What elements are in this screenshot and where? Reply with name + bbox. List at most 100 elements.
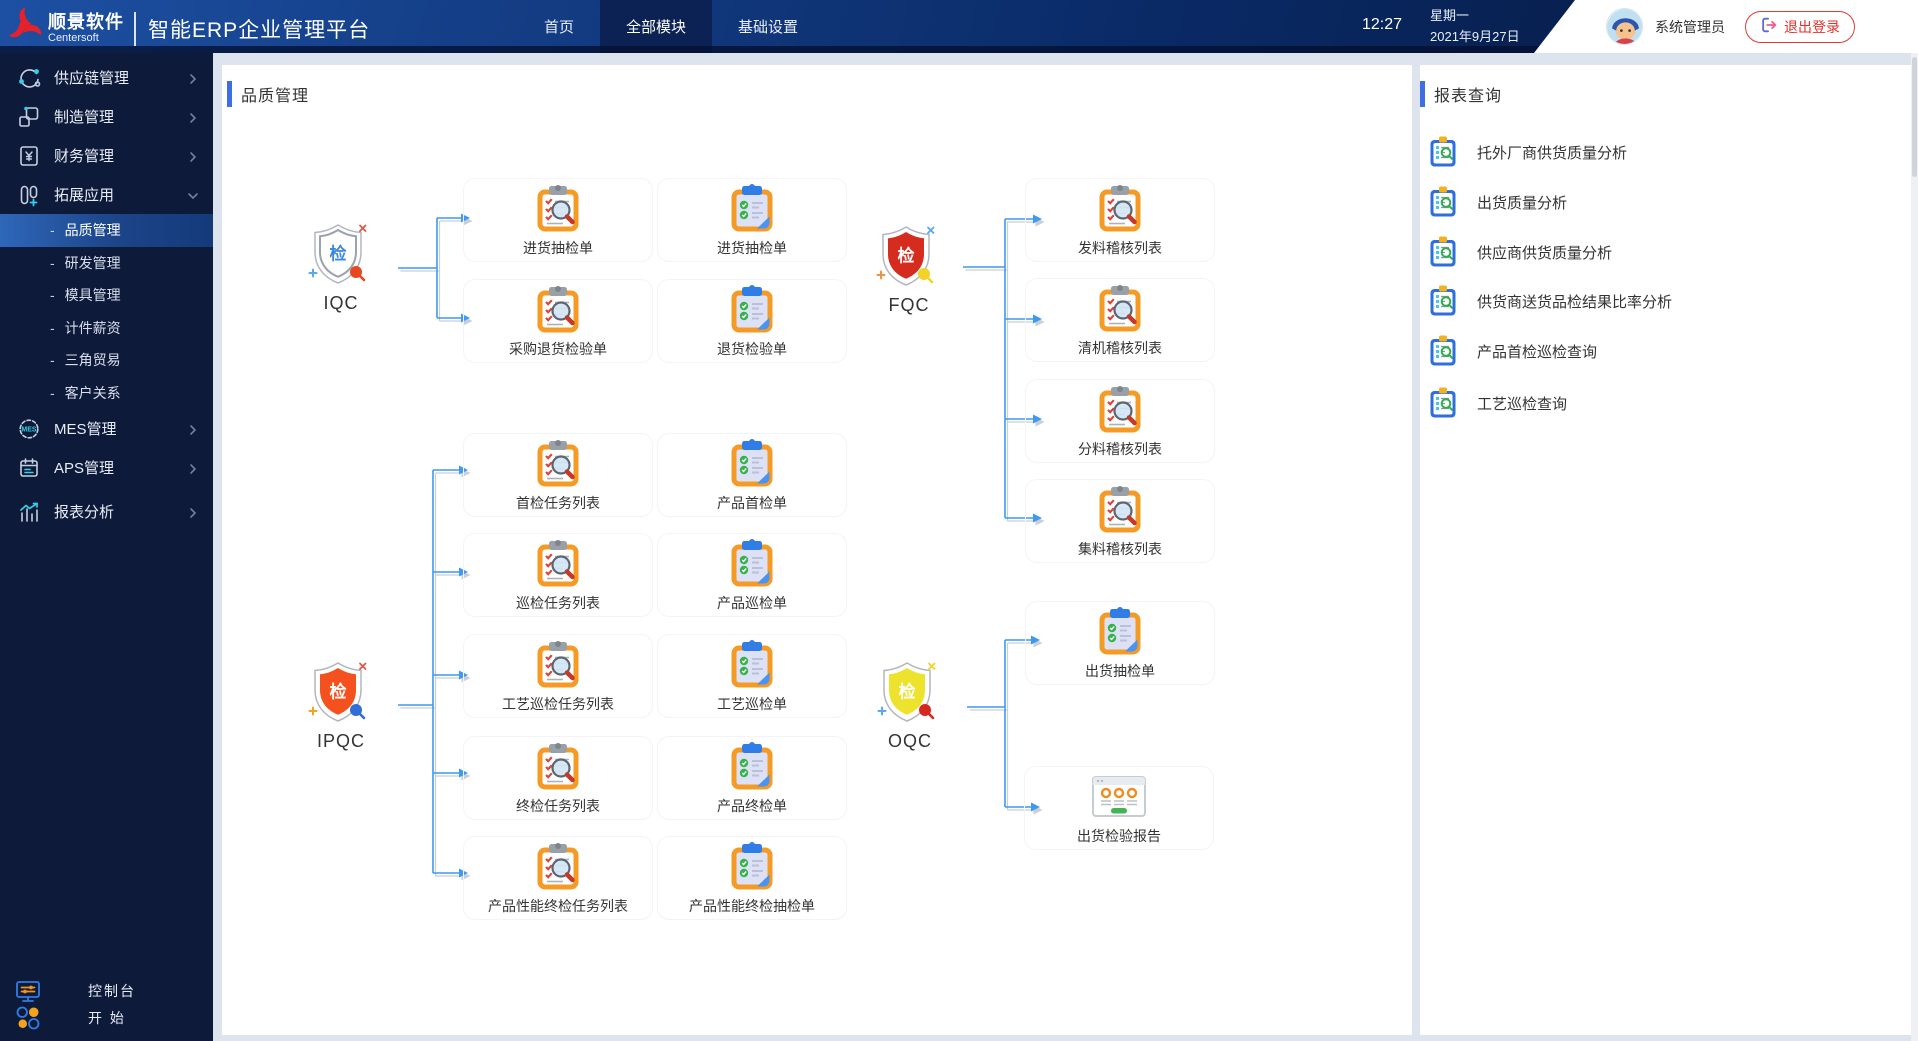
report-query-item[interactable]: 供应商供货质量分析 [1428,227,1898,277]
inspect-list-icon [533,841,583,891]
report-query-label: 产品首检巡检查询 [1477,343,1598,361]
flow-node[interactable]: 进货抽检单 [657,178,847,262]
start-button[interactable]: 开 始 [0,1004,213,1031]
inspect-list-icon [533,741,583,791]
report-panel-title: 报表查询 [1434,88,1503,105]
brand-name: 顺景软件 [48,12,124,32]
flow-node[interactable]: 产品巡检单 [657,533,847,617]
page-title-block: 品质管理 [227,81,309,107]
nav-tab-basic-settings[interactable]: 基础设置 [712,0,824,53]
inspect-list-icon [533,639,583,689]
flow-node-label: 巡检任务列表 [516,595,600,611]
flow-node[interactable]: 产品性能终检抽检单 [657,836,847,920]
sidebar-subitem-9[interactable]: - 客户关系 [0,377,213,410]
flow-node[interactable]: 工艺巡检任务列表 [463,634,653,718]
sidebar: 供应链管理 制造管理 财务管理 拓展应用 - 品质管理 - 研发管理 - 模具管理 -… [0,53,213,1041]
flow-node[interactable]: 巡检任务列表 [463,533,653,617]
inspect-list-icon [1095,283,1145,333]
shield-orange-icon: 检 [308,660,374,729]
report-query-item[interactable]: 供货商送货品检结果比率分析 [1428,276,1898,326]
report-query-item[interactable]: 工艺巡检查询 [1428,378,1898,428]
chevron-right-icon [187,111,199,123]
flow-node[interactable]: 产品性能终检任务列表 [463,836,653,920]
chevron-right-icon [187,506,199,518]
nav-tab-home[interactable]: 首页 [518,0,600,53]
flow-node[interactable]: 发料稽核列表 [1025,178,1215,262]
erp-application-window: 顺景软件 Centersoft 智能ERP企业管理平台 首页 全部模块 基础设置… [0,0,1918,1041]
footer-label: 控制台 [88,982,136,999]
flow-node[interactable]: 出货抽检单 [1025,601,1215,685]
flow-node[interactable]: 终检任务列表 [463,736,653,820]
sidebar-subitem-7[interactable]: - 计件薪资 [0,312,213,345]
sidebar-item-label: 财务管理 [54,148,115,165]
subitem-dash: - [50,254,55,271]
sidebar-subitem-5[interactable]: - 研发管理 [0,247,213,280]
sidebar-item-label: 制造管理 [54,109,115,126]
subitem-dash: - [50,352,55,369]
title-accent-bar [1420,81,1425,107]
flow-node-label: 进货抽检单 [523,240,593,256]
stage-label: OQC [887,731,932,751]
report-query-label: 出货质量分析 [1477,194,1568,212]
inspect-list-icon [533,438,583,488]
flow-node[interactable]: 产品终检单 [657,736,847,820]
vertical-scrollbar[interactable] [1911,53,1918,1041]
sidebar-subitem-4[interactable]: - 品质管理 [0,214,213,247]
flow-node[interactable]: 集料稽核列表 [1025,479,1215,563]
sidebar-item-11[interactable]: APS管理 [0,448,213,487]
flow-node[interactable]: 清机稽核列表 [1025,278,1215,362]
chevron-right-icon [187,462,199,474]
subitem-dash: - [50,319,55,336]
sidebar-subitem-label: 研发管理 [64,254,121,271]
sidebar-item-10[interactable]: MES MES管理 [0,409,213,448]
flow-node-label: 产品性能终检任务列表 [488,898,628,914]
flow-node[interactable]: 进货抽检单 [463,178,653,262]
sidebar-item-3[interactable]: 拓展应用 [0,175,213,214]
logout-label: 退出登录 [1784,18,1840,35]
check-form-icon [727,639,777,689]
report-query-label: 供货商送货品检结果比率分析 [1477,293,1673,311]
inspect-list-icon [533,538,583,588]
report-query-label: 托外厂商供货质量分析 [1477,144,1628,162]
flow-node[interactable]: 首检任务列表 [463,433,653,517]
flow-node[interactable]: 分料稽核列表 [1025,379,1215,463]
flow-node-label: 集料稽核列表 [1078,541,1162,557]
logout-button[interactable]: 退出登录 [1745,10,1855,43]
inspect-list-icon [1095,484,1145,534]
check-form-icon [727,284,777,334]
sidebar-item-12[interactable]: 报表分析 [0,492,213,531]
flow-node[interactable]: 退货检验单 [657,279,847,363]
flow-node[interactable]: 产品首检单 [657,433,847,517]
flow-node[interactable]: 采购退货检验单 [463,279,653,363]
flow-node-label: 终检任务列表 [516,798,600,814]
nav-tab-all-modules[interactable]: 全部模块 [600,0,713,53]
report-analysis-icon [17,500,41,524]
flow-node[interactable]: 工艺巡检单 [657,634,847,718]
flow-node-label: 出货检验报告 [1077,828,1161,844]
subitem-dash: - [50,287,55,304]
manufacturing-icon [17,105,41,129]
flow-node-label: 发料稽核列表 [1078,240,1162,256]
sidebar-item-label: MES管理 [54,421,117,438]
date: 2021年9月27日 [1430,29,1520,44]
report-query-item[interactable]: 出货质量分析 [1428,177,1898,227]
avatar[interactable] [1606,8,1643,45]
sidebar-item-1[interactable]: 制造管理 [0,97,213,136]
subitem-dash: - [50,222,55,239]
shield-stage-oqc: 检 OQC [877,660,943,752]
sidebar-item-0[interactable]: 供应链管理 [0,58,213,97]
brand-logo-block[interactable]: 顺景软件 Centersoft 智能ERP企业管理平台 [6,5,370,52]
sidebar-item-label: 供应链管理 [54,70,130,87]
inspect-list-icon [533,284,583,334]
weekday: 星期一 [1430,8,1470,23]
sidebar-item-2[interactable]: 财务管理 [0,136,213,175]
sidebar-subitem-label: 品质管理 [64,222,121,239]
sidebar-subitem-8[interactable]: - 三角贸易 [0,344,213,377]
report-query-item[interactable]: 托外厂商供货质量分析 [1428,127,1898,177]
flow-node[interactable]: 出货检验报告 [1024,766,1214,850]
console-button[interactable]: 控制台 [0,977,213,1004]
report-query-item[interactable]: 产品首检巡检查询 [1428,326,1898,376]
sidebar-subitem-6[interactable]: - 模具管理 [0,279,213,312]
chevron-down-icon [187,189,199,201]
stage-label: IPQC [316,731,365,751]
